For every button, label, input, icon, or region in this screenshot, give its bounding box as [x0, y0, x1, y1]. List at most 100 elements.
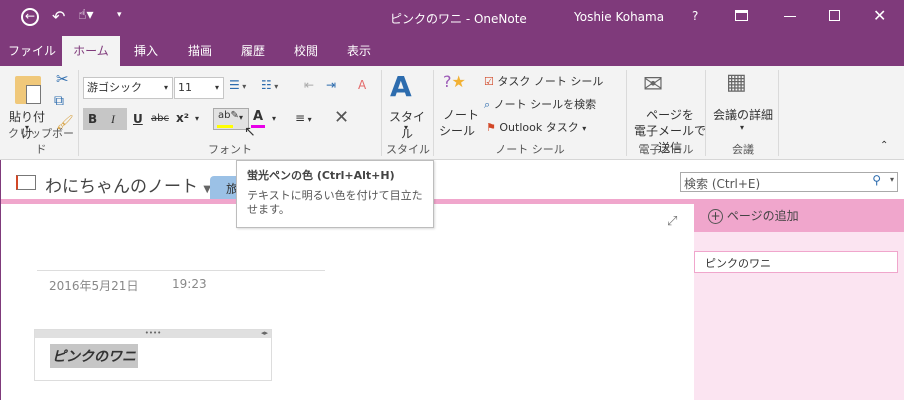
chevron-down-icon: ▾ [239, 113, 244, 122]
group-clipboard: クリップボード [8, 127, 74, 156]
meeting-details-button[interactable]: 会議の詳細 [710, 106, 776, 123]
todo-tag-label: タスク ノート シール [497, 75, 604, 88]
copy-icon[interactable]: ⧉ [54, 93, 64, 109]
numbering-icon[interactable]: ☷ ▾ [261, 78, 278, 92]
group-email: 電子メール [638, 143, 694, 156]
chevron-down-icon: ▾ [214, 83, 219, 92]
divider [381, 70, 382, 156]
touch-mode-icon[interactable]: ☝▾ [78, 7, 94, 23]
font-color-dropdown-icon[interactable]: ▾ [272, 114, 276, 123]
font-name-combo[interactable]: 游ゴシック ▾ [83, 77, 173, 99]
envelope-icon[interactable]: ✉ [643, 70, 663, 98]
find-tags-icon: ⌕ [484, 98, 491, 111]
tab-review[interactable]: 校閲 [286, 36, 326, 66]
find-tags-button[interactable]: ⌕ ノート シールを検索 [484, 96, 596, 112]
cursor-icon: ↖ [244, 124, 256, 140]
tab-view[interactable]: 表示 [339, 36, 379, 66]
page-canvas[interactable]: ⤢ 2016年5月21日 19:23 •••• ◂▸ ピンクのワニ [1, 204, 694, 400]
tab-file[interactable]: ファイル [6, 36, 58, 66]
superscript-dropdown-icon[interactable]: ▾ [195, 114, 199, 123]
divider [433, 70, 434, 156]
find-tags-label: ノート シールを検索 [493, 98, 597, 111]
note-text[interactable]: ピンクのワニ [50, 344, 138, 368]
expand-icon[interactable]: ⤢ [667, 214, 677, 229]
search-input[interactable]: 検索 (Ctrl+E) ⚲ ▾ [680, 172, 898, 192]
ribbon-display-icon[interactable] [735, 10, 748, 21]
note-tag-icon[interactable]: ?★ [443, 72, 466, 91]
divider [778, 70, 779, 156]
notebook-bar: わにちゃんのノート ▼ 旅 検索 (Ctrl+E) ⚲ ▾ [1, 160, 904, 200]
increase-indent-icon[interactable]: ⇥ [326, 78, 336, 92]
divider [705, 70, 706, 156]
outlook-tasks-label: Outlook タスク [499, 121, 579, 134]
flag-icon: ⚑ [486, 121, 496, 134]
collapse-ribbon-icon[interactable]: ⌃ [880, 140, 888, 151]
notebook-selector[interactable]: わにちゃんのノート ▼ [45, 172, 211, 197]
help-button[interactable]: ? [692, 9, 698, 23]
meeting-calendar-icon[interactable]: ▦ [726, 70, 747, 95]
italic-button[interactable]: I [111, 112, 115, 127]
email-page-line1[interactable]: ページを [630, 106, 710, 123]
maximize-icon[interactable] [829, 10, 840, 21]
underline-button[interactable]: U [133, 112, 143, 126]
highlighter-icon: ab✎ [218, 110, 239, 121]
outlook-tasks-button[interactable]: ⚑ Outlook タスク ▾ [486, 119, 586, 135]
notebook-icon [16, 175, 36, 190]
tab-insert[interactable]: 挿入 [126, 36, 166, 66]
minimize-icon[interactable] [784, 16, 796, 17]
tooltip-body: テキストに明るい色を付けて目立たせます。 [247, 189, 423, 216]
todo-tag-button[interactable]: ☑ タスク ノート シール [484, 73, 603, 89]
font-name: 游ゴシック [87, 81, 142, 94]
styles-icon[interactable]: A [390, 70, 412, 103]
note-container[interactable]: •••• ◂▸ ピンクのワニ [34, 329, 272, 381]
page-date: 2016年5月21日 [49, 279, 139, 293]
page-time: 19:23 [172, 277, 207, 291]
superscript-button[interactable]: x² [176, 111, 189, 125]
tab-home[interactable]: ホーム [62, 36, 120, 66]
tab-history[interactable]: 履歴 [233, 36, 273, 66]
page-title: ピンクのワニ [705, 257, 771, 270]
paste-icon [15, 76, 41, 104]
tab-draw[interactable]: 描画 [180, 36, 220, 66]
bullets-icon[interactable]: ☰ ▾ [229, 78, 246, 92]
close-icon[interactable]: ✕ [873, 6, 886, 25]
strikethrough-button[interactable]: abc [151, 113, 169, 124]
bold-button[interactable]: B [88, 112, 97, 126]
divider [78, 70, 79, 156]
clear-formatting-icon[interactable]: A [358, 78, 366, 92]
delete-icon[interactable]: ✕ [334, 107, 349, 128]
divider [626, 70, 627, 156]
group-font: フォント [208, 143, 252, 156]
page-list-item[interactable]: ピンクのワニ [694, 251, 898, 273]
note-tag-button-line1[interactable]: ノート [443, 106, 479, 123]
cut-icon[interactable]: ✂ [56, 70, 69, 88]
plus-circle-icon: + [708, 209, 723, 224]
chevron-down-icon[interactable]: ▾ [890, 175, 894, 184]
pages-pane: + ページの追加 ピンクのワニ [694, 199, 904, 400]
group-tags: ノート シール [495, 143, 565, 156]
chevron-down-icon[interactable]: ▾ [404, 123, 408, 132]
decrease-indent-icon[interactable]: ⇤ [304, 78, 314, 92]
chevron-down-icon[interactable]: ▾ [740, 123, 744, 132]
ribbon: 貼り付け ▾ ✂ ⧉ 🖌 クリップボード 游ゴシック ▾ 11 ▾ ☰ ▾ ☷ ▾ … [0, 66, 904, 160]
font-size-combo[interactable]: 11 ▾ [174, 77, 224, 99]
back-icon[interactable]: ← [21, 8, 39, 26]
align-icon[interactable]: ≡ ▾ [295, 111, 312, 125]
note-tag-button-line2[interactable]: シール [439, 122, 475, 139]
undo-icon[interactable]: ↶ [52, 7, 65, 26]
title-underline [37, 270, 325, 271]
checkbox-icon: ☑ [484, 75, 494, 88]
customize-qat-icon[interactable]: ▾ [117, 10, 122, 20]
search-icon[interactable]: ⚲ [872, 173, 881, 187]
tooltip-title: 蛍光ペンの色 (Ctrl+Alt+H) [247, 169, 395, 182]
chevron-down-icon: ▾ [163, 83, 168, 92]
note-drag-handle[interactable]: •••• ◂▸ [35, 330, 271, 338]
font-color-button[interactable]: A [251, 109, 265, 128]
window-title: ピンクのワニ - OneNote [390, 12, 527, 26]
add-page-button[interactable]: + ページの追加 [694, 199, 904, 232]
user-name[interactable]: Yoshie Kohama [574, 10, 664, 24]
add-page-label: ページの追加 [726, 209, 799, 223]
tooltip: 蛍光ペンの色 (Ctrl+Alt+H) テキストに明るい色を付けて目立たせます。 [236, 160, 434, 228]
highlight-color-swatch [217, 125, 233, 128]
resize-handle-icon[interactable]: ◂▸ [261, 330, 268, 337]
